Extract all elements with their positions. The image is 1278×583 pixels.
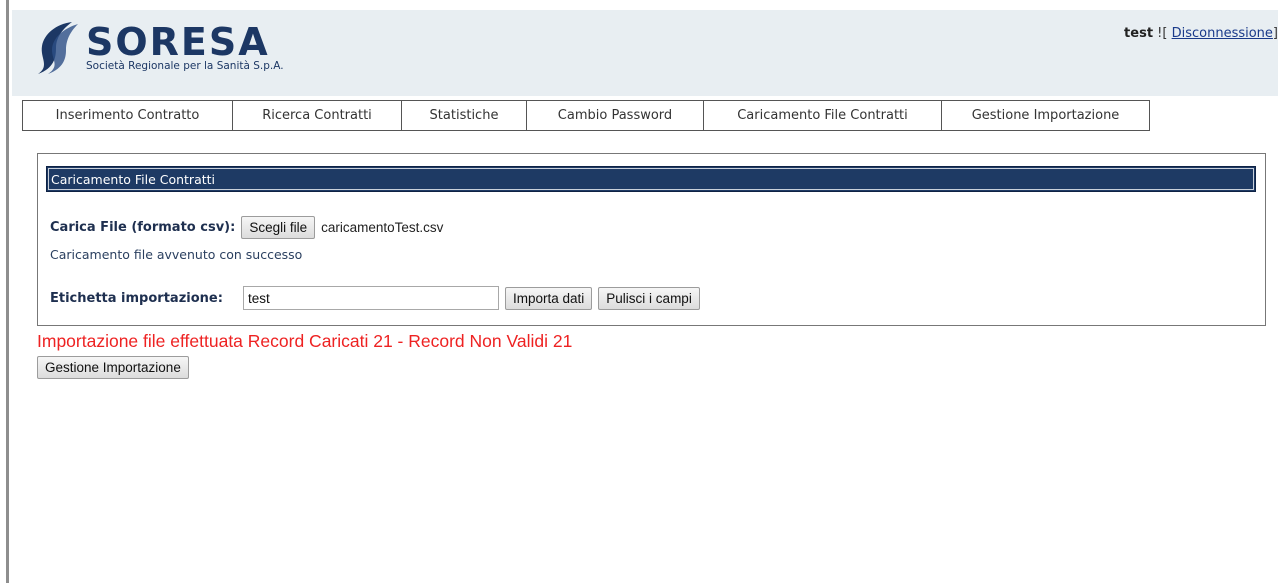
choose-file-button[interactable]: Scegli file <box>241 215 316 239</box>
logo-name: SORESA <box>86 20 270 64</box>
manage-import-button[interactable]: Gestione Importazione <box>37 356 189 379</box>
user-area: test ![ Disconnessione] <box>1124 26 1278 41</box>
tab-inserimento-contratto[interactable]: Inserimento Contratto <box>23 101 233 130</box>
import-label: Etichetta importazione: <box>50 290 223 306</box>
clear-fields-button[interactable]: Pulisci i campi <box>598 286 700 310</box>
logo-swoosh-icon <box>38 22 78 74</box>
upload-success-message: Caricamento file avvenuto con successo <box>50 247 303 262</box>
logout-bracket: ] <box>1272 26 1278 41</box>
selected-file-name: caricamentoTest.csv <box>321 219 444 235</box>
file-label: Carica File (formato csv): <box>50 219 236 235</box>
user-separator: ![ <box>1153 26 1172 41</box>
soresa-logo: SORESA Società Regionale per la Sanità S… <box>34 18 334 76</box>
tab-statistiche[interactable]: Statistiche <box>402 101 527 130</box>
file-row: Carica File (formato csv): Scegli file c… <box>50 215 443 239</box>
logout-link[interactable]: Disconnessione <box>1172 26 1273 41</box>
import-label-input[interactable] <box>243 286 499 310</box>
header: SORESA Società Regionale per la Sanità S… <box>12 10 1278 96</box>
tab-cambio-password[interactable]: Cambio Password <box>527 101 704 130</box>
upload-panel: Caricamento File Contratti Carica File (… <box>37 153 1266 326</box>
tab-gestione-importazione[interactable]: Gestione Importazione <box>942 101 1149 130</box>
import-row: Etichetta importazione: Importa dati Pul… <box>50 285 700 311</box>
main-nav: Inserimento Contratto Ricerca Contratti … <box>22 100 1150 131</box>
import-data-button[interactable]: Importa dati <box>505 286 593 310</box>
left-border <box>0 0 9 583</box>
logo-subtitle: Società Regionale per la Sanità S.p.A. <box>86 60 284 72</box>
tab-caricamento-file-contratti[interactable]: Caricamento File Contratti <box>704 101 942 130</box>
tab-ricerca-contratti[interactable]: Ricerca Contratti <box>233 101 402 130</box>
panel-title: Caricamento File Contratti <box>46 166 1256 192</box>
user-name: test <box>1124 26 1154 41</box>
import-result-message: Importazione file effettuata Record Cari… <box>37 331 573 351</box>
